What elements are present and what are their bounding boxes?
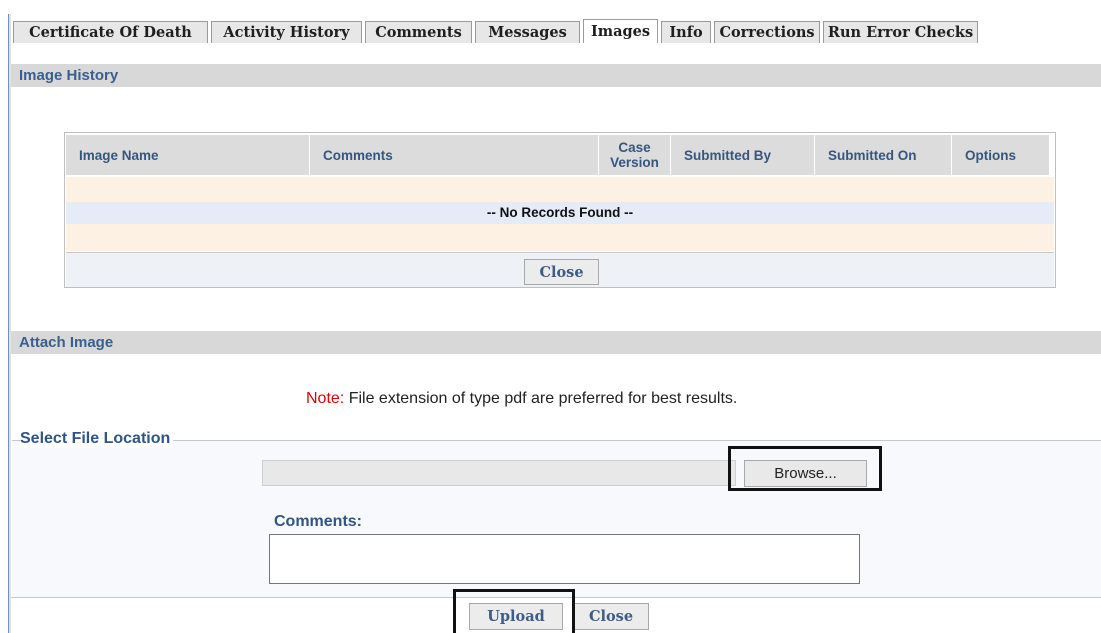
comments-textarea[interactable] [269,534,860,584]
close-button[interactable]: Close [573,603,649,630]
tab-activity-history[interactable]: Activity History [211,21,362,43]
left-border-rule [8,14,11,633]
tab-strip: Certificate Of Death Activity History Co… [13,19,981,45]
tab-info[interactable]: Info [661,21,711,43]
comments-label: Comments: [274,513,363,530]
note-text: File extension of type pdf are preferred… [344,390,738,407]
table-row [66,224,1054,251]
column-comments: Comments [310,135,599,175]
upload-highlight-box [453,589,575,633]
tab-messages[interactable]: Messages [475,21,580,43]
table-row [66,177,1054,202]
column-options: Options [952,135,1050,175]
file-path-input[interactable] [262,460,736,486]
column-submitted-by: Submitted By [671,135,815,175]
note-label: Note: [306,390,345,407]
column-case-version: Case Version [599,135,671,175]
tab-corrections[interactable]: Corrections [714,21,820,43]
browse-highlight-box [728,446,882,491]
table-close-button[interactable]: Close [524,259,599,285]
no-records-message: -- No Records Found -- [486,205,634,220]
tab-certificate-of-death[interactable]: Certificate Of Death [13,21,208,43]
attach-image-header: Attach Image [11,331,1101,354]
tab-images[interactable]: Images [583,19,658,43]
column-submitted-on: Submitted On [815,135,952,175]
tab-run-error-checks[interactable]: Run Error Checks [823,21,978,43]
column-image-name: Image Name [66,135,310,175]
table-header: Image Name Comments Case Version Submitt… [66,135,1050,175]
tab-comments[interactable]: Comments [365,21,472,43]
image-history-table: Image Name Comments Case Version Submitt… [64,132,1056,288]
image-history-header: Image History [11,64,1101,87]
select-file-location-legend: Select File Location [20,430,174,448]
file-type-note: Note: File extension of type pdf are pre… [306,390,737,408]
